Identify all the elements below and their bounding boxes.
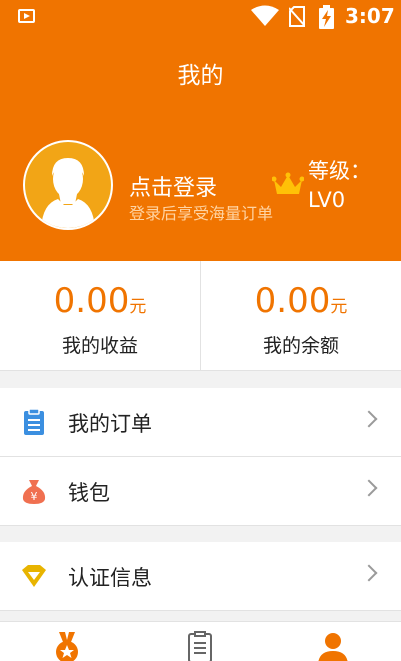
balance-label: 我的余额 xyxy=(262,335,339,357)
chevron-right-icon xyxy=(360,410,378,428)
tab-orders[interactable] xyxy=(133,622,266,661)
page-title: 我的 xyxy=(177,63,224,89)
app-notification-icon xyxy=(18,9,35,23)
chevron-right-icon xyxy=(360,479,378,497)
svg-text:¥: ¥ xyxy=(31,490,38,503)
clipboard-icon xyxy=(24,408,44,435)
earnings-stat[interactable]: 0.00元 我的收益 xyxy=(0,261,200,371)
menu-divider xyxy=(0,525,401,526)
clipboard-list-icon xyxy=(187,631,212,661)
stats-bottom-divider xyxy=(0,370,401,371)
login-subtitle: 登录后享受海量订单 xyxy=(129,204,274,223)
wifi-icon xyxy=(251,5,279,26)
default-user-avatar xyxy=(41,158,95,228)
avatar[interactable] xyxy=(23,140,113,230)
profile-header: 3:07 我的 点击登录 登录后享受海量订单 等级：LV0 xyxy=(0,0,401,261)
menu-label-verification: 认证信息 xyxy=(68,566,152,590)
menu-item-orders[interactable]: 我的订单 xyxy=(0,388,401,456)
crown-icon xyxy=(272,172,304,194)
menu-item-verification[interactable]: 认证信息 xyxy=(0,542,401,610)
earnings-amount: 0.00 xyxy=(53,281,130,321)
login-prompt[interactable]: 点击登录 xyxy=(129,170,217,202)
menu-divider xyxy=(0,610,401,611)
diamond-icon xyxy=(22,565,46,587)
earnings-unit: 元 xyxy=(129,297,147,317)
chevron-right-icon xyxy=(360,564,378,582)
money-bag-icon: ¥ xyxy=(22,480,46,504)
balance-amount: 0.00 xyxy=(254,281,331,321)
battery-charging-icon xyxy=(319,5,334,29)
balance-unit: 元 xyxy=(330,297,348,317)
tab-home[interactable] xyxy=(0,622,133,661)
user-icon xyxy=(317,633,348,661)
stats-panel: 0.00元 我的收益 0.00元 我的余额 xyxy=(0,261,401,371)
bottom-tab-bar xyxy=(0,621,401,661)
menu-item-wallet[interactable]: ¥ 钱包 xyxy=(0,457,401,525)
balance-value: 0.00元 xyxy=(201,281,401,321)
no-sim-icon xyxy=(289,6,305,27)
menu-label-orders: 我的订单 xyxy=(68,412,152,436)
level-label: 等级：LV0 xyxy=(308,159,371,212)
tab-me[interactable] xyxy=(266,622,399,661)
status-bar: 3:07 xyxy=(0,0,401,34)
balance-stat[interactable]: 0.00元 我的余额 xyxy=(201,261,401,371)
earnings-value: 0.00元 xyxy=(0,281,200,321)
earnings-label: 我的收益 xyxy=(61,335,138,357)
status-time: 3:07 xyxy=(345,4,395,28)
menu-label-wallet: 钱包 xyxy=(68,481,110,505)
medal-icon xyxy=(55,632,78,661)
